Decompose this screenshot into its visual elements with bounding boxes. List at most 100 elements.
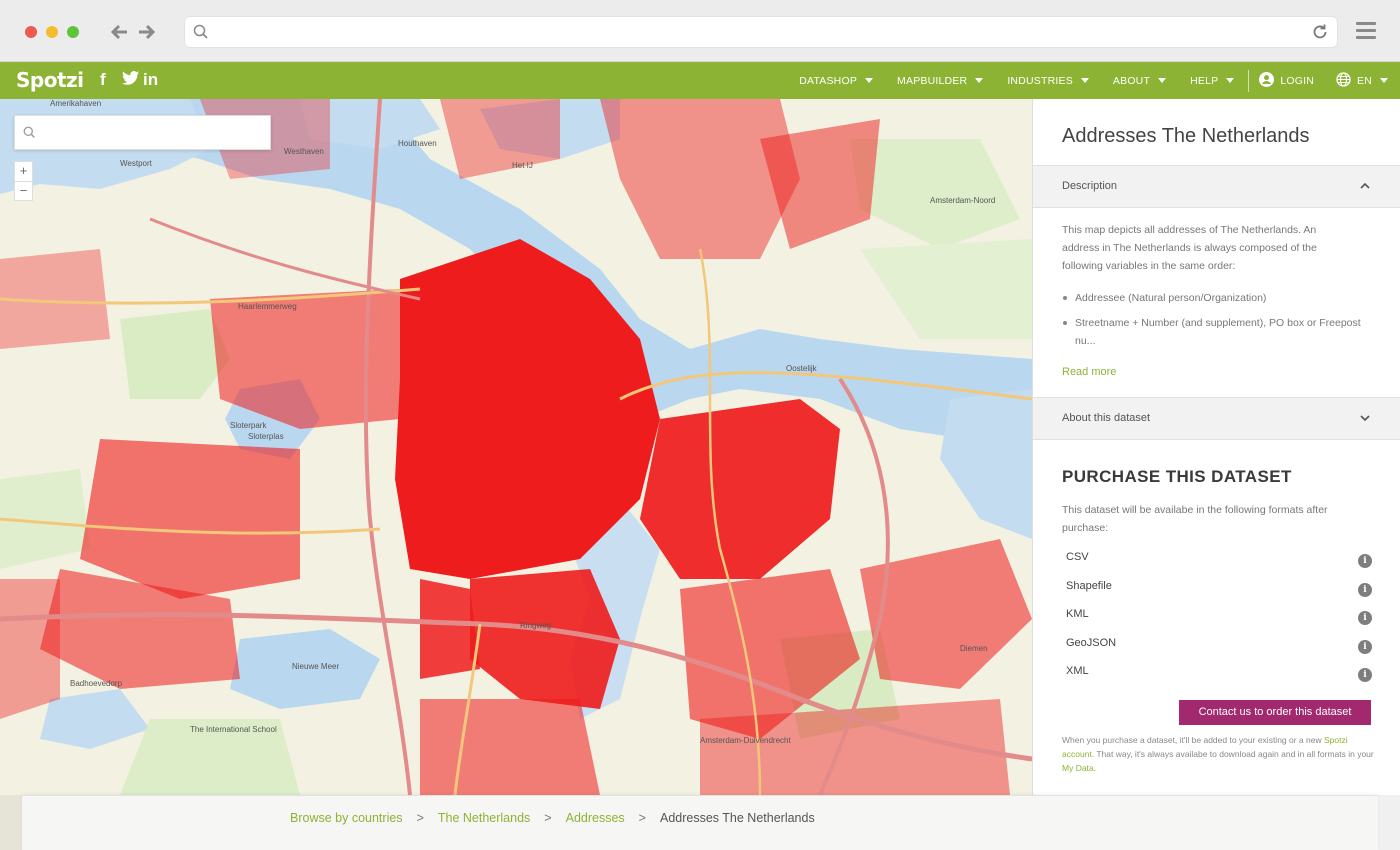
map-label: Haarlemmerweg bbox=[238, 302, 297, 311]
page-title: Addresses The Netherlands bbox=[1062, 125, 1310, 147]
format-item: KML i bbox=[1066, 608, 1372, 637]
map-basemap bbox=[0, 99, 1032, 795]
zoom-control: + − bbox=[14, 161, 33, 201]
map-search-input[interactable] bbox=[14, 115, 271, 150]
reload-icon[interactable] bbox=[1311, 23, 1329, 46]
list-item: Addressee (Natural person/Organization) bbox=[1062, 289, 1362, 307]
nav-industries[interactable]: INDUSTRIES bbox=[1007, 75, 1089, 87]
map-canvas[interactable]: Amerikahaven Westport Westhaven Houthave… bbox=[0, 99, 1032, 795]
browser-chrome bbox=[0, 0, 1400, 62]
purchase-heading: PURCHASE THIS DATASET bbox=[1062, 467, 1292, 486]
contact-order-button[interactable]: Contact us to order this dataset bbox=[1179, 700, 1371, 725]
twitter-icon[interactable] bbox=[122, 70, 140, 91]
fineprint-text: . bbox=[1093, 763, 1097, 773]
format-list: CSV i Shapefile i KML i GeoJSON i XML i bbox=[1066, 551, 1372, 694]
arrow-right-icon[interactable] bbox=[136, 20, 158, 44]
breadcrumb-separator: > bbox=[544, 811, 552, 825]
caret-down-icon bbox=[1158, 78, 1167, 83]
map-label: Badhoevedorp bbox=[70, 679, 123, 688]
purchase-description: This dataset will be availabe in the fol… bbox=[1062, 504, 1328, 534]
caret-down-icon bbox=[1080, 78, 1089, 83]
fineprint-text: When you purchase a dataset, it'll be ad… bbox=[1062, 735, 1324, 745]
map-label: Amerikahaven bbox=[50, 99, 102, 108]
description-accordion-header[interactable]: Description bbox=[1033, 165, 1400, 208]
map-label: Het IJ bbox=[512, 161, 533, 170]
accordion-label: Description bbox=[1062, 180, 1118, 192]
breadcrumb-separator: > bbox=[416, 811, 424, 825]
hamburger-icon[interactable] bbox=[1356, 22, 1376, 40]
read-more-link[interactable]: Read more bbox=[1062, 366, 1116, 378]
breadcrumb-current: Addresses The Netherlands bbox=[659, 811, 815, 825]
info-icon[interactable]: i bbox=[1358, 554, 1372, 568]
spotzi-logo[interactable]: Spotzi bbox=[16, 68, 84, 92]
map-label: Sloterpark bbox=[230, 421, 267, 430]
description-bullets: Addressee (Natural person/Organization) … bbox=[1062, 289, 1362, 357]
address-bar[interactable] bbox=[184, 16, 1338, 48]
breadcrumb-netherlands[interactable]: The Netherlands bbox=[438, 811, 530, 825]
caret-down-icon bbox=[1380, 78, 1388, 83]
map-label: Diemen bbox=[960, 644, 988, 653]
caret-down-icon bbox=[865, 78, 874, 83]
nav-datashop[interactable]: DATASHOP bbox=[799, 75, 874, 87]
list-item: Streetname + Number (and supplement), PO… bbox=[1062, 314, 1362, 350]
map-label: The International School bbox=[190, 725, 277, 734]
maximize-window-button[interactable] bbox=[67, 26, 79, 38]
format-label: KML bbox=[1066, 608, 1089, 620]
info-icon[interactable]: i bbox=[1358, 611, 1372, 625]
arrow-left-icon[interactable] bbox=[108, 20, 130, 44]
nav-help[interactable]: HELP bbox=[1190, 75, 1235, 87]
nav-about[interactable]: ABOUT bbox=[1113, 75, 1167, 87]
breadcrumb-browse-countries[interactable]: Browse by countries bbox=[290, 811, 403, 825]
breadcrumb: Browse by countries > The Netherlands > … bbox=[22, 795, 1378, 850]
zoom-in-button[interactable]: + bbox=[15, 162, 32, 181]
my-data-link[interactable]: My Data bbox=[1062, 763, 1094, 773]
info-icon[interactable]: i bbox=[1358, 639, 1372, 654]
format-item: Shapefile i bbox=[1066, 580, 1372, 609]
map-label: Amsterdam-Duivendrecht bbox=[700, 736, 791, 745]
map-edge bbox=[0, 795, 22, 850]
nav-divider bbox=[1248, 69, 1250, 92]
search-icon bbox=[23, 126, 36, 144]
user-icon bbox=[1259, 71, 1275, 90]
info-icon[interactable]: i bbox=[1358, 582, 1372, 597]
caret-down-icon bbox=[1226, 78, 1235, 83]
about-accordion-header[interactable]: About this dataset bbox=[1033, 397, 1400, 440]
format-label: GeoJSON bbox=[1066, 636, 1117, 649]
format-item: CSV i bbox=[1066, 551, 1372, 580]
map-label: Westport bbox=[120, 159, 152, 168]
format-label: CSV bbox=[1066, 551, 1089, 563]
zoom-out-button[interactable]: − bbox=[15, 181, 32, 200]
globe-icon bbox=[1336, 71, 1351, 90]
minimize-window-button[interactable] bbox=[46, 26, 58, 38]
breadcrumb-separator: > bbox=[638, 811, 646, 825]
nav-mapbuilder[interactable]: MAPBUILDER bbox=[897, 75, 984, 87]
map-label: Amsterdam-Noord bbox=[930, 196, 996, 205]
format-label: XML bbox=[1066, 665, 1089, 677]
accordion-label: About this dataset bbox=[1062, 412, 1151, 424]
format-item: XML i bbox=[1066, 665, 1372, 694]
description-text: This map depicts all addresses of The Ne… bbox=[1062, 224, 1317, 272]
map-label: Sloterplas bbox=[248, 432, 284, 441]
map-label: Houthaven bbox=[398, 139, 437, 148]
map-label: Nieuwe Meer bbox=[292, 662, 340, 671]
search-icon bbox=[193, 24, 209, 45]
nav-language[interactable]: EN bbox=[1336, 71, 1388, 90]
linkedin-icon[interactable]: in bbox=[143, 70, 158, 90]
nav-login[interactable]: LOGIN bbox=[1259, 71, 1314, 90]
dataset-panel: Addresses The Netherlands Description Th… bbox=[1032, 99, 1400, 795]
breadcrumb-addresses[interactable]: Addresses bbox=[566, 811, 625, 825]
purchase-fineprint: When you purchase a dataset, it'll be ad… bbox=[1062, 733, 1378, 775]
chevron-down-icon bbox=[1359, 411, 1371, 429]
info-icon[interactable]: i bbox=[1358, 668, 1372, 682]
fineprint-text: . That way, it's always availabe to down… bbox=[1091, 749, 1374, 759]
map-label: Oostelijk bbox=[786, 364, 817, 373]
caret-down-icon bbox=[975, 78, 984, 83]
close-window-button[interactable] bbox=[25, 26, 37, 38]
site-navbar: Spotzi f in DATASHOP MAPBUILDER INDUSTRI… bbox=[0, 62, 1400, 99]
format-label: Shapefile bbox=[1066, 579, 1112, 592]
map-label: Ringweg bbox=[520, 621, 552, 630]
map-label: Westhaven bbox=[284, 147, 324, 156]
chevron-up-icon bbox=[1359, 179, 1371, 197]
format-item: GeoJSON i bbox=[1066, 637, 1372, 666]
facebook-icon[interactable]: f bbox=[100, 70, 106, 90]
